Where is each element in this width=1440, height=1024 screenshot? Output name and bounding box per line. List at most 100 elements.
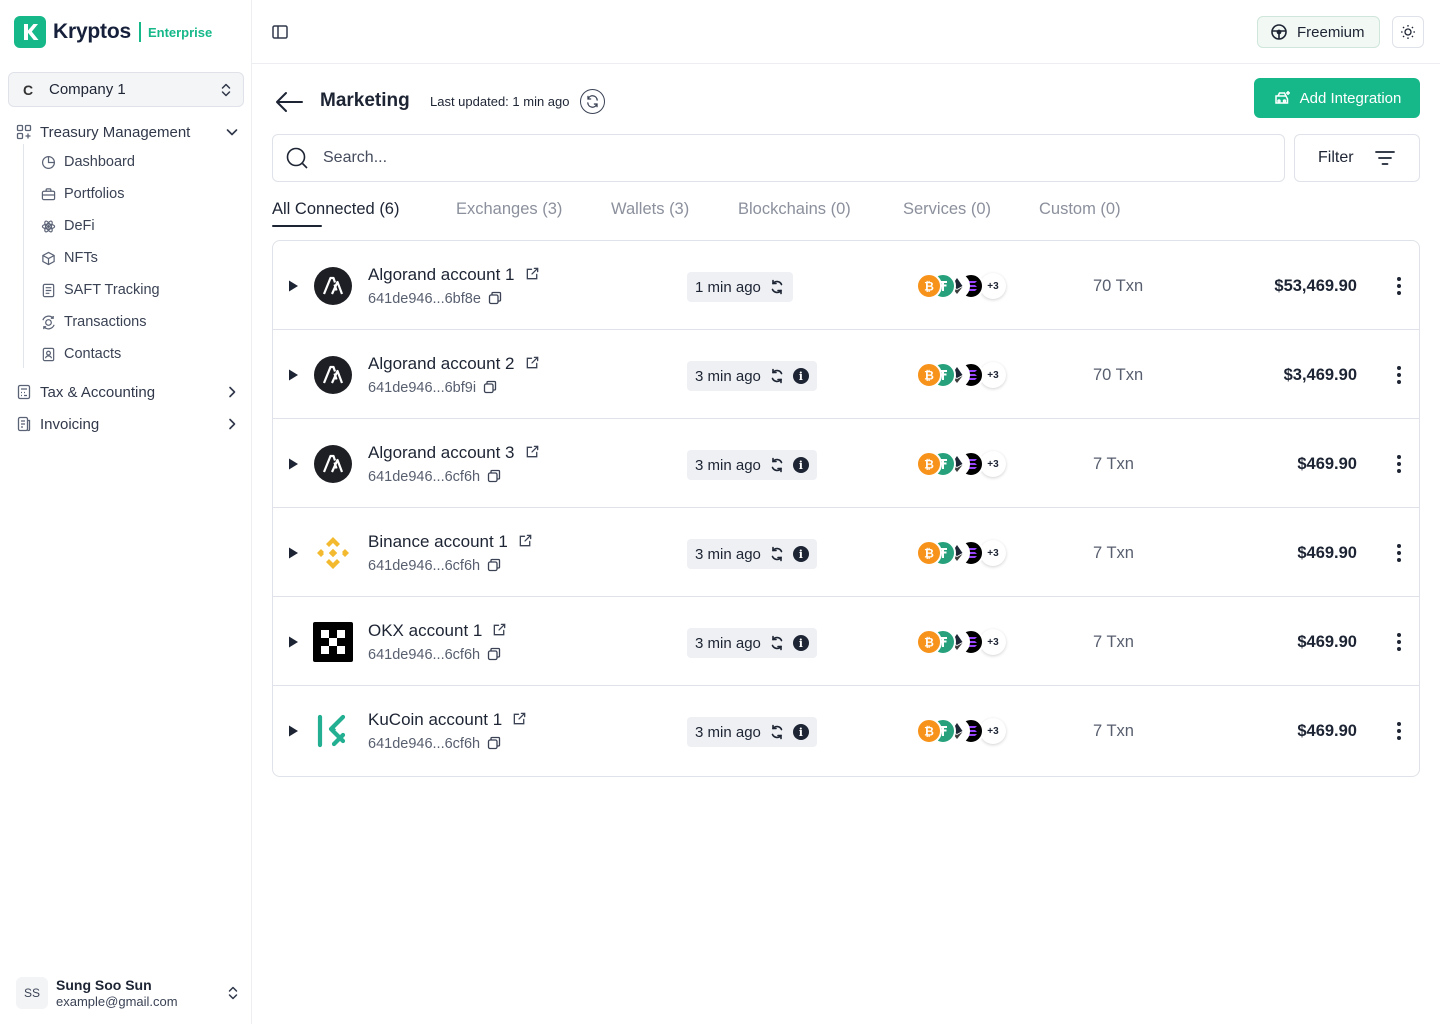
sync-status-badge: 3 min ago i: [687, 539, 817, 569]
back-arrow-icon[interactable]: [274, 88, 304, 116]
theme-toggle-button[interactable]: [1392, 16, 1424, 48]
sync-icon[interactable]: [769, 279, 785, 295]
table-row-5[interactable]: OKX account 1 641de946...6cf6h 3 min ago…: [273, 597, 1419, 686]
expand-caret-icon[interactable]: [287, 279, 299, 293]
info-icon[interactable]: i: [792, 457, 809, 473]
tab-custom[interactable]: Custom (0): [1039, 200, 1121, 219]
external-link-icon[interactable]: [525, 266, 540, 281]
more-options-icon[interactable]: [1389, 719, 1409, 743]
expand-caret-icon[interactable]: [287, 635, 299, 649]
tab-exchanges[interactable]: Exchanges (3): [456, 200, 562, 219]
info-icon[interactable]: i: [792, 724, 809, 740]
sidebar-item-transactions[interactable]: Transactions: [40, 310, 146, 334]
more-options-icon[interactable]: [1389, 541, 1409, 565]
info-icon[interactable]: i: [792, 546, 809, 562]
copy-icon[interactable]: [483, 380, 497, 394]
tab-blockchains[interactable]: Blockchains (0): [738, 200, 851, 219]
nav-invoicing[interactable]: Invoicing: [16, 410, 240, 438]
tab-services[interactable]: Services (0): [903, 200, 991, 219]
refresh-icon[interactable]: [580, 89, 605, 114]
sync-icon[interactable]: [769, 724, 785, 740]
plan-label: Freemium: [1297, 23, 1365, 41]
sidebar-item-defi[interactable]: DeFi: [40, 214, 95, 238]
user-email: example@gmail.com: [56, 994, 178, 1009]
page-title: Marketing: [320, 90, 410, 111]
integration-logo: [313, 266, 353, 306]
external-link-icon[interactable]: [525, 355, 540, 370]
nav-treasury-management[interactable]: Treasury Management: [16, 118, 240, 146]
table-row-1[interactable]: Algorand account 1 641de946...6bf8e 1 mi…: [273, 241, 1419, 330]
brand-divider: [138, 22, 141, 42]
copy-icon[interactable]: [487, 558, 501, 572]
external-link-icon[interactable]: [518, 533, 533, 548]
external-link-icon[interactable]: [525, 444, 540, 459]
bitcoin-icon: ₿: [916, 540, 942, 566]
table-row-6[interactable]: KuCoin account 1 641de946...6cf6h 3 min …: [273, 686, 1419, 775]
asset-icons: ₿ +3: [916, 362, 1026, 388]
account-name[interactable]: Algorand account 1: [368, 265, 515, 284]
table-row-3[interactable]: Algorand account 3 641de946...6cf6h 3 mi…: [273, 419, 1419, 508]
external-link-icon[interactable]: [512, 711, 527, 726]
copy-icon[interactable]: [487, 736, 501, 750]
company-switcher[interactable]: C Company 1: [8, 72, 244, 107]
add-integration-button[interactable]: Add Integration: [1254, 78, 1420, 118]
binance-logo-icon: [317, 537, 349, 569]
sync-icon[interactable]: [769, 368, 785, 384]
more-options-icon[interactable]: [1389, 452, 1409, 476]
sync-icon[interactable]: [769, 546, 785, 562]
sync-status-badge: 3 min ago i: [687, 361, 817, 391]
tab-all-connected[interactable]: All Connected (6): [272, 200, 399, 219]
user-info: Sung Soo Sun example@gmail.com: [56, 977, 226, 1009]
account-name[interactable]: Algorand account 3: [368, 443, 515, 462]
okx-logo-icon: [313, 622, 353, 662]
sync-icon[interactable]: [769, 635, 785, 651]
integration-logo: [313, 533, 353, 573]
more-options-icon[interactable]: [1389, 630, 1409, 654]
info-icon[interactable]: i: [792, 368, 809, 384]
expand-caret-icon[interactable]: [287, 457, 299, 471]
sidebar-item-saft-tracking[interactable]: SAFT Tracking: [40, 278, 160, 302]
integration-logo: [313, 444, 353, 484]
bitcoin-icon: ₿: [916, 629, 942, 655]
nav-tax-accounting[interactable]: Tax & Accounting: [16, 378, 240, 406]
submenu-guide-line: [23, 144, 24, 368]
search-input[interactable]: [323, 149, 1223, 167]
integration-logo: [313, 622, 353, 662]
info-icon[interactable]: i: [792, 635, 809, 651]
tab-wallets[interactable]: Wallets (3): [611, 200, 689, 219]
table-row-2[interactable]: Algorand account 2 641de946...6bf9i 3 mi…: [273, 330, 1419, 419]
more-options-icon[interactable]: [1389, 274, 1409, 298]
atom-icon: [40, 218, 56, 234]
sidebar-item-contacts[interactable]: Contacts: [40, 342, 121, 366]
sidebar-item-label: Transactions: [64, 314, 147, 330]
chevron-right-icon: [229, 418, 236, 430]
copy-icon[interactable]: [488, 291, 502, 305]
chevron-right-icon: [229, 386, 236, 398]
expand-caret-icon[interactable]: [287, 724, 299, 738]
account-name[interactable]: OKX account 1: [368, 621, 482, 640]
svg-text:₿: ₿: [924, 547, 934, 561]
sidebar-item-label: Dashboard: [64, 154, 135, 170]
search-bar[interactable]: [272, 134, 1285, 182]
more-options-icon[interactable]: [1389, 363, 1409, 387]
account-name[interactable]: Binance account 1: [368, 532, 508, 551]
user-menu[interactable]: SS Sung Soo Sun example@gmail.com: [16, 974, 240, 1012]
expand-caret-icon[interactable]: [287, 546, 299, 560]
sidebar-toggle-icon[interactable]: [270, 22, 290, 42]
chevron-down-icon: [226, 129, 238, 136]
copy-icon[interactable]: [487, 647, 501, 661]
account-name[interactable]: Algorand account 2: [368, 354, 515, 373]
sidebar-item-nfts[interactable]: NFTs: [40, 246, 98, 270]
table-row-4[interactable]: Binance account 1 641de946...6cf6h 3 min…: [273, 508, 1419, 597]
sidebar-item-dashboard[interactable]: Dashboard: [40, 150, 135, 174]
company-name: Company 1: [49, 81, 126, 98]
external-link-icon[interactable]: [492, 622, 507, 637]
plan-badge-button[interactable]: Freemium: [1257, 16, 1380, 48]
expand-caret-icon[interactable]: [287, 368, 299, 382]
account-name[interactable]: KuCoin account 1: [368, 710, 502, 729]
copy-icon[interactable]: [487, 469, 501, 483]
brand[interactable]: Kryptos Enterprise: [14, 16, 212, 48]
sidebar-item-portfolios[interactable]: Portfolios: [40, 182, 124, 206]
filter-button[interactable]: Filter: [1294, 134, 1420, 182]
sync-icon[interactable]: [769, 457, 785, 473]
